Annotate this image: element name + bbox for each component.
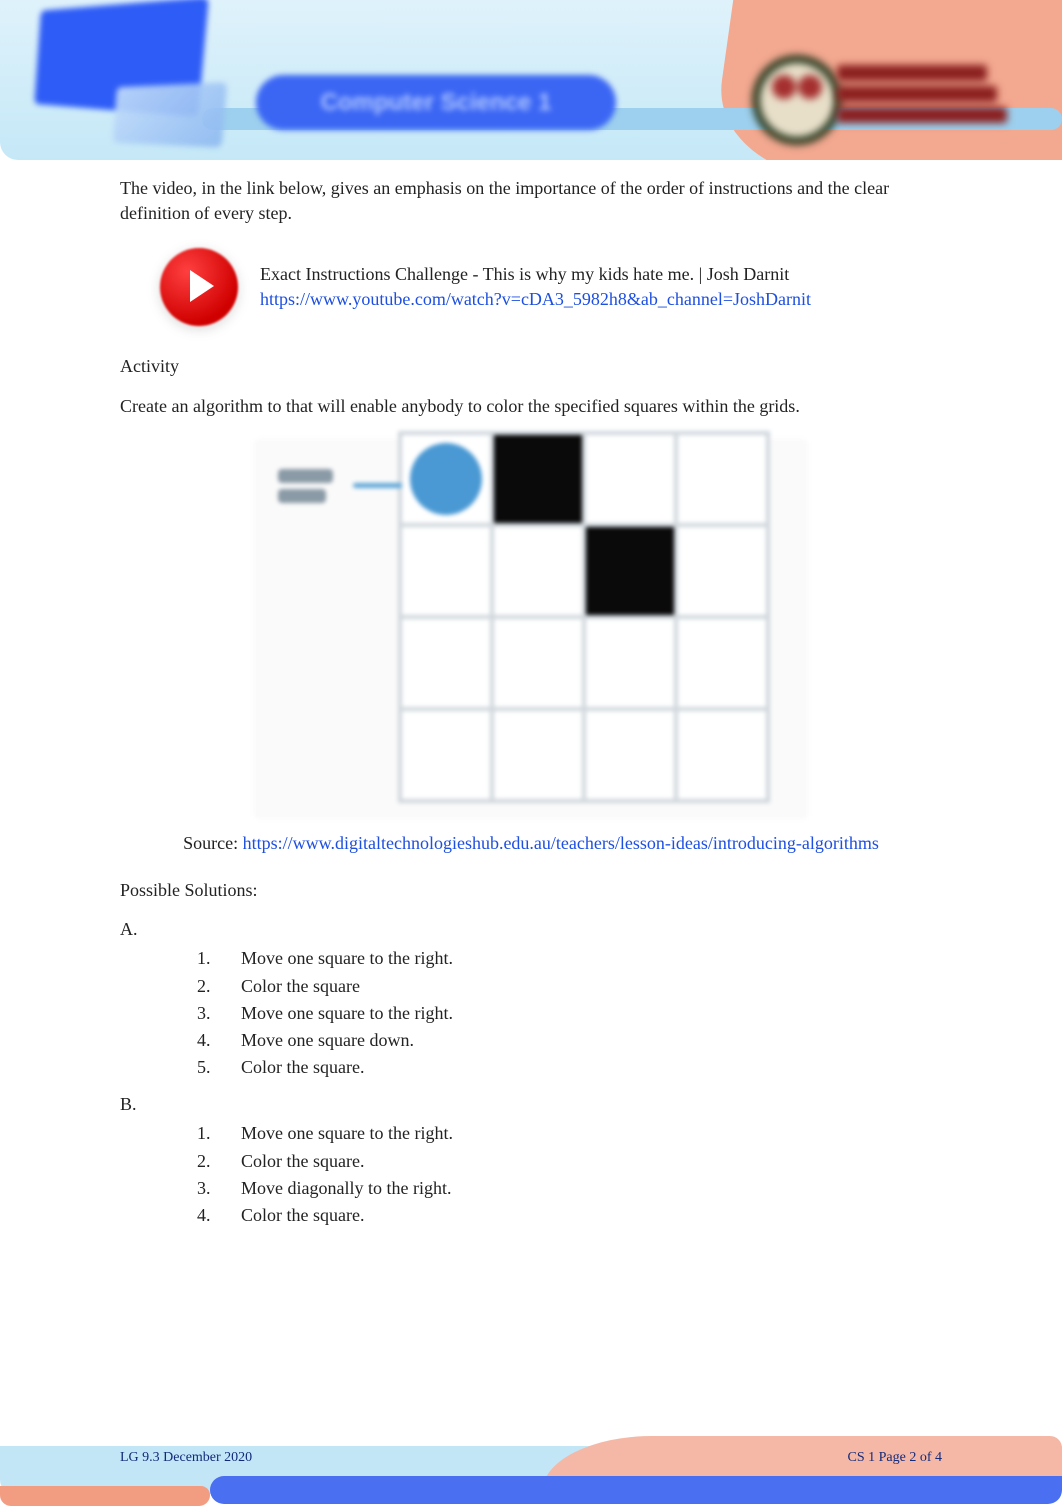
university-seal-icon [752,55,842,145]
grid-cell [400,709,492,801]
grid-cell [584,433,676,525]
activity-prompt: Create an algorithm to that will enable … [120,394,942,419]
list-item: Color the square. [215,1055,942,1080]
list-item: Color the square. [215,1149,942,1174]
grid-cell [492,525,584,617]
list-item: Color the square. [215,1203,942,1228]
page-content: The video, in the link below, gives an e… [0,160,1062,1228]
source-label: Source: [183,833,238,853]
grid-cell [400,525,492,617]
intro-paragraph: The video, in the link below, gives an e… [120,176,942,226]
page-footer: LG 9.3 December 2020 CS 1 Page 2 of 4 [0,1436,1062,1506]
grid-cell [676,525,768,617]
footer-left: LG 9.3 December 2020 [120,1450,252,1466]
grid-cell [676,433,768,525]
grid-table [398,431,770,803]
solution-a-list: Move one square to the right. Color the … [215,946,942,1080]
solutions-heading: Possible Solutions: [120,878,942,903]
solution-b-label: B. [120,1092,942,1117]
grid-cell [584,525,676,617]
video-title: Exact Instructions Challenge - This is w… [260,262,811,287]
video-reference: Exact Instructions Challenge - This is w… [160,248,942,326]
list-item: Move one square to the right. [215,946,942,971]
grid-cell [676,617,768,709]
grid-cell [400,433,492,525]
list-item: Color the square [215,974,942,999]
play-icon[interactable] [160,248,238,326]
grid-cell [492,709,584,801]
page-header: Computer Science 1 [0,0,1062,160]
university-name [837,60,1007,128]
solution-a-label: A. [120,917,942,942]
course-logo-icon [0,0,220,150]
footer-right: CS 1 Page 2 of 4 [848,1450,943,1466]
grid-cell [676,709,768,801]
course-title: Computer Science 1 [256,75,616,130]
grid-start-label [278,463,333,509]
grid-cell [584,617,676,709]
activity-heading: Activity [120,354,942,379]
activity-grid-figure [256,441,806,817]
grid-cell [584,709,676,801]
grid-cell [492,617,584,709]
list-item: Move one square to the right. [215,1001,942,1026]
grid-cell [492,433,584,525]
grid-cell [400,617,492,709]
list-item: Move diagonally to the right. [215,1176,942,1201]
source-link[interactable]: https://www.digitaltechnologieshub.edu.a… [243,833,879,853]
video-link[interactable]: https://www.youtube.com/watch?v=cDA3_598… [260,289,811,309]
list-item: Move one square down. [215,1028,942,1053]
solution-b-list: Move one square to the right. Color the … [215,1121,942,1228]
source-line: Source: https://www.digitaltechnologiesh… [120,831,942,856]
list-item: Move one square to the right. [215,1121,942,1146]
